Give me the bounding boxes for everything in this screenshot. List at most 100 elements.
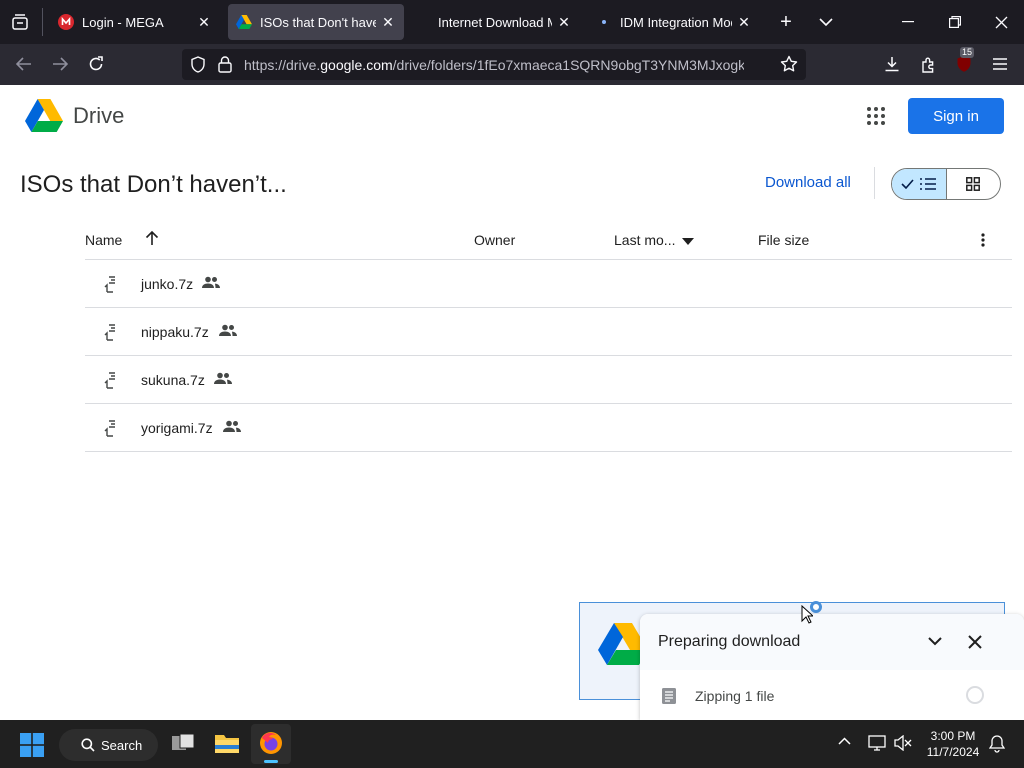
downloads-icon[interactable]	[880, 52, 904, 76]
drive-wordmark: Drive	[73, 103, 125, 128]
firefox-taskbar-icon[interactable]	[251, 724, 291, 764]
tab-mega[interactable]: Login - MEGA ✕	[50, 4, 220, 40]
back-icon[interactable]	[12, 52, 36, 76]
column-header-owner[interactable]: Owner	[474, 232, 515, 248]
tab-title: Internet Download Ma	[438, 14, 552, 30]
archive-file-icon	[103, 324, 119, 342]
active-app-indicator	[264, 760, 278, 763]
google-drive-logo-icon	[25, 99, 63, 133]
shield-icon[interactable]	[190, 56, 206, 73]
drive-logo[interactable]: Drive	[25, 99, 124, 133]
download-panel-title: Preparing download	[658, 633, 801, 650]
close-icon[interactable]	[968, 635, 982, 649]
archive-file-icon	[103, 276, 119, 294]
tab-title: Login - MEGA	[82, 14, 164, 30]
sort-arrow-up-icon[interactable]	[145, 230, 159, 246]
close-tab-icon[interactable]: ✕	[556, 14, 572, 31]
shared-people-icon	[219, 324, 237, 338]
clock-date: 11/7/2024	[926, 745, 980, 759]
windows-start-icon[interactable]	[20, 733, 44, 757]
lock-icon[interactable]	[218, 56, 232, 73]
chevron-down-icon[interactable]	[682, 238, 694, 245]
close-tab-icon[interactable]: ✕	[380, 14, 396, 31]
volume-muted-icon[interactable]	[894, 735, 912, 751]
tab-title: ISOs that Don't haven't	[260, 14, 376, 30]
task-view-icon[interactable]	[171, 733, 195, 753]
grid-icon	[966, 177, 981, 191]
windows-taskbar: Search 3:00 PM 11/7/2024	[0, 720, 1024, 768]
extensions-puzzle-icon[interactable]	[916, 52, 940, 76]
check-icon	[901, 179, 914, 189]
shared-people-icon	[214, 372, 232, 386]
download-item-label: Zipping 1 file	[695, 688, 775, 704]
network-icon[interactable]	[868, 735, 886, 751]
address-bar[interactable]: https://drive.google.com/drive/folders/1…	[182, 49, 806, 80]
tab-google-drive[interactable]: ISOs that Don't haven't ✕	[228, 4, 404, 40]
tab-internet-download-manager[interactable]: Internet Download Ma ✕	[408, 4, 580, 40]
divider	[874, 167, 875, 199]
file-name[interactable]: nippaku.7z	[141, 324, 209, 340]
file-row[interactable]: junko.7z	[85, 260, 1012, 308]
browser-tabbar: Login - MEGA ✕ ISOs that Don't haven't ✕…	[0, 0, 1024, 44]
ublock-extension-icon[interactable]: 15	[952, 47, 976, 76]
close-tab-icon[interactable]: ✕	[196, 14, 212, 31]
tab-overview-icon[interactable]	[8, 10, 32, 34]
mouse-cursor-icon	[801, 605, 813, 624]
new-tab-icon[interactable]: +	[774, 10, 798, 34]
notification-bell-icon[interactable]	[989, 735, 1005, 753]
taskbar-clock[interactable]: 3:00 PM 11/7/2024	[920, 728, 986, 760]
taskbar-search-box[interactable]: Search	[59, 729, 158, 761]
progress-spinner-icon	[965, 685, 985, 705]
dot-icon	[596, 14, 612, 30]
mega-icon	[58, 14, 74, 30]
file-list-header: Name Owner Last mo... File size	[85, 221, 1012, 260]
archive-file-icon	[103, 372, 119, 390]
taskbar-search-label: Search	[101, 737, 143, 753]
archive-file-icon	[103, 420, 119, 438]
column-header-file-size[interactable]: File size	[758, 232, 809, 248]
google-apps-grid-icon[interactable]	[864, 104, 888, 128]
file-name[interactable]: junko.7z	[141, 276, 193, 292]
file-explorer-icon[interactable]	[214, 732, 240, 754]
file-row[interactable]: sukuna.7z	[85, 356, 1012, 404]
browser-navbar: https://drive.google.com/drive/folders/1…	[0, 44, 1024, 85]
sign-in-button[interactable]: Sign in	[908, 98, 1004, 134]
column-header-name[interactable]: Name	[85, 232, 122, 248]
shared-people-icon	[223, 420, 241, 434]
download-all-button[interactable]: Download all	[765, 174, 851, 191]
search-icon	[81, 738, 95, 752]
google-drive-icon	[236, 14, 252, 30]
show-hidden-icons-chevron-icon[interactable]	[838, 737, 851, 745]
folder-title: ISOs that Don’t haven’t...	[20, 171, 287, 198]
forward-icon[interactable]	[48, 52, 72, 76]
extension-badge: 15	[960, 47, 975, 58]
drive-page: Drive Sign in ISOs that Don’t haven’t...…	[0, 85, 1024, 720]
close-window-icon[interactable]	[989, 10, 1013, 34]
file-name[interactable]: sukuna.7z	[141, 372, 205, 388]
url-text[interactable]: https://drive.google.com/drive/folders/1…	[244, 57, 744, 73]
close-tab-icon[interactable]: ✕	[736, 14, 752, 31]
view-toggle	[891, 168, 1001, 200]
shared-people-icon	[202, 276, 220, 290]
restore-icon[interactable]	[943, 10, 967, 34]
list-icon	[920, 178, 937, 190]
tab-title: IDM Integration Modul	[620, 14, 732, 30]
file-row[interactable]: nippaku.7z	[85, 308, 1012, 356]
download-panel: Preparing download Zipping 1 file	[640, 614, 1024, 720]
collapse-chevron-icon[interactable]	[928, 637, 942, 646]
download-panel-header: Preparing download	[640, 614, 1024, 670]
file-row[interactable]: yorigami.7z	[85, 404, 1012, 452]
list-tabs-chevron-icon[interactable]	[814, 10, 838, 34]
file-name[interactable]: yorigami.7z	[141, 420, 213, 436]
column-header-last-modified[interactable]: Last mo...	[614, 232, 675, 248]
bookmark-star-icon[interactable]	[780, 55, 798, 73]
minimize-icon[interactable]	[896, 10, 920, 34]
reload-icon[interactable]	[84, 52, 108, 76]
clock-time: 3:00 PM	[930, 729, 976, 743]
document-icon	[662, 688, 676, 704]
menu-hamburger-icon[interactable]	[988, 52, 1012, 76]
tab-idm-integration[interactable]: IDM Integration Modul ✕	[588, 4, 760, 40]
list-view-button[interactable]	[892, 169, 947, 199]
grid-view-button[interactable]	[947, 169, 1001, 199]
more-options-icon[interactable]	[981, 233, 985, 247]
